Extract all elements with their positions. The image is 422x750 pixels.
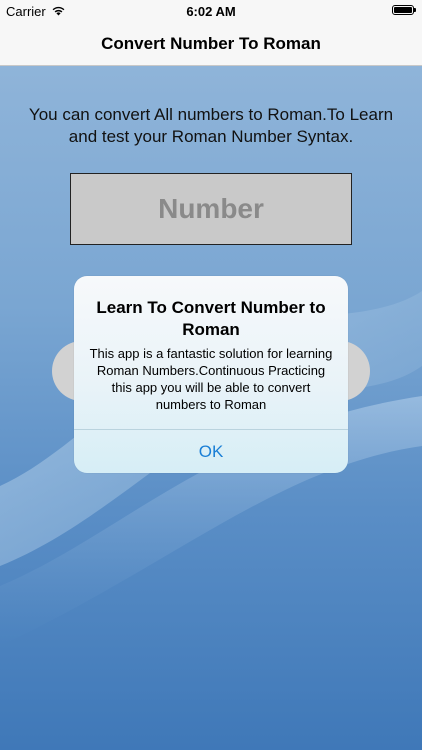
- status-time: 6:02 AM: [186, 4, 236, 19]
- page-title: Convert Number To Roman: [101, 34, 321, 53]
- alert-message: This app is a fantastic solution for lea…: [89, 346, 333, 412]
- alert-dialog: Learn To Convert Number to Roman This ap…: [74, 276, 348, 473]
- ok-button[interactable]: OK: [74, 430, 348, 473]
- status-right: [392, 5, 416, 15]
- alert-title: Learn To Convert Number to Roman: [96, 298, 326, 339]
- battery-icon: [392, 5, 416, 15]
- number-input[interactable]: Number: [70, 173, 352, 245]
- navigation-bar: Convert Number To Roman: [0, 22, 422, 66]
- status-bar: Carrier 6:02 AM: [0, 0, 422, 22]
- intro-text: You can convert All numbers to Roman.To …: [28, 105, 394, 146]
